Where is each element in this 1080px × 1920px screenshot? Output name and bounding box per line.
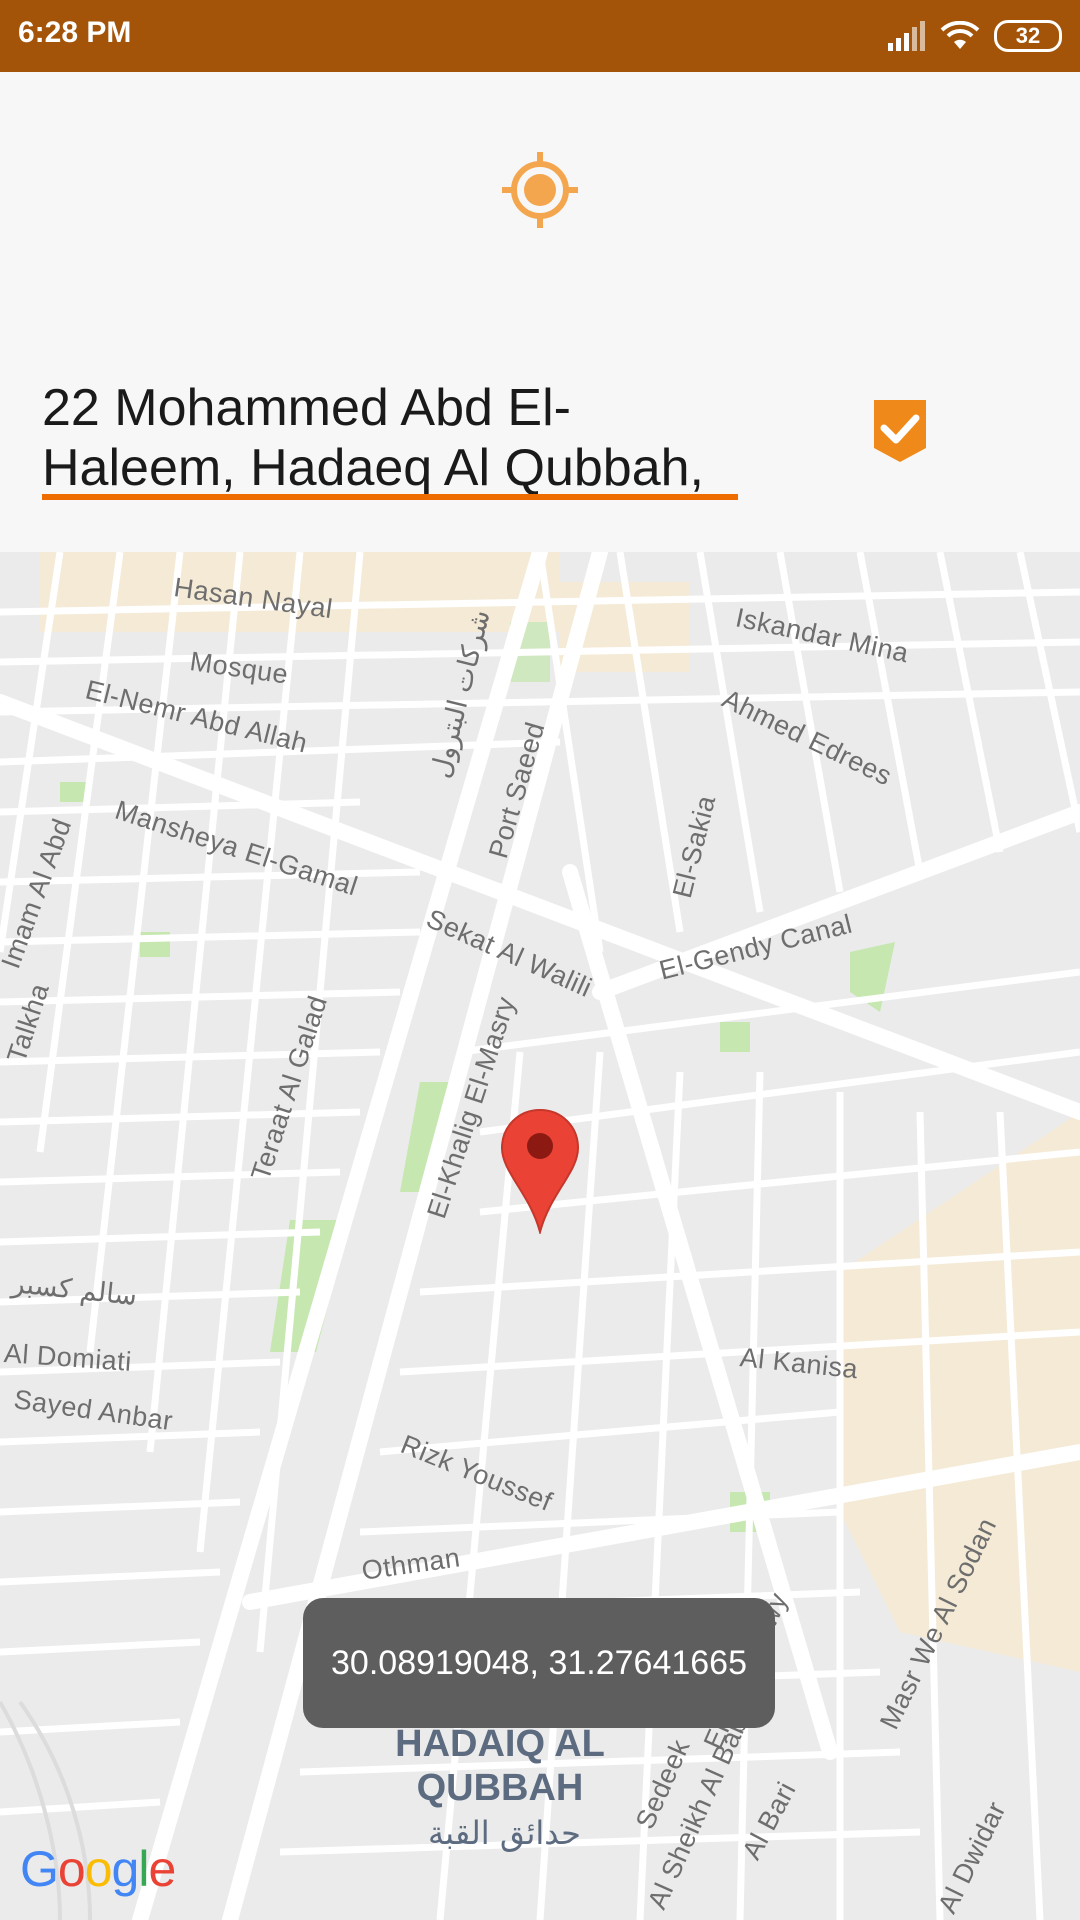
status-bar: 6:28 PM 32 [0,0,1080,72]
battery-indicator: 32 [994,20,1062,52]
district-label-arabic: حدائق القبة [428,1814,581,1852]
wifi-icon [940,21,980,49]
coordinates-text: 30.08919048, 31.27641665 [331,1643,747,1682]
district-line1: HADAIQ AL [395,1723,605,1765]
address-underline [42,494,738,500]
my-location-icon[interactable] [500,150,580,230]
coordinates-toast: 30.08919048, 31.27641665 [303,1598,775,1728]
battery-level: 32 [1015,23,1041,48]
signal-icon [888,21,925,51]
address-text: 22 Mohammed Abd El-Haleem, Hadaeq Al Qub… [42,379,704,500]
status-icons: 32 [886,14,1062,58]
confirm-button[interactable] [870,396,930,466]
status-time: 6:28 PM [18,16,132,49]
district-line2: QUBBAH [416,1767,584,1809]
google-logo: Google [20,1841,176,1897]
address-field[interactable]: 22 Mohammed Abd El-Haleem, Hadaeq Al Qub… [42,378,738,500]
map-pin-icon[interactable] [500,1108,580,1234]
district-label: HADAIQ AL QUBBAH [360,1722,640,1810]
